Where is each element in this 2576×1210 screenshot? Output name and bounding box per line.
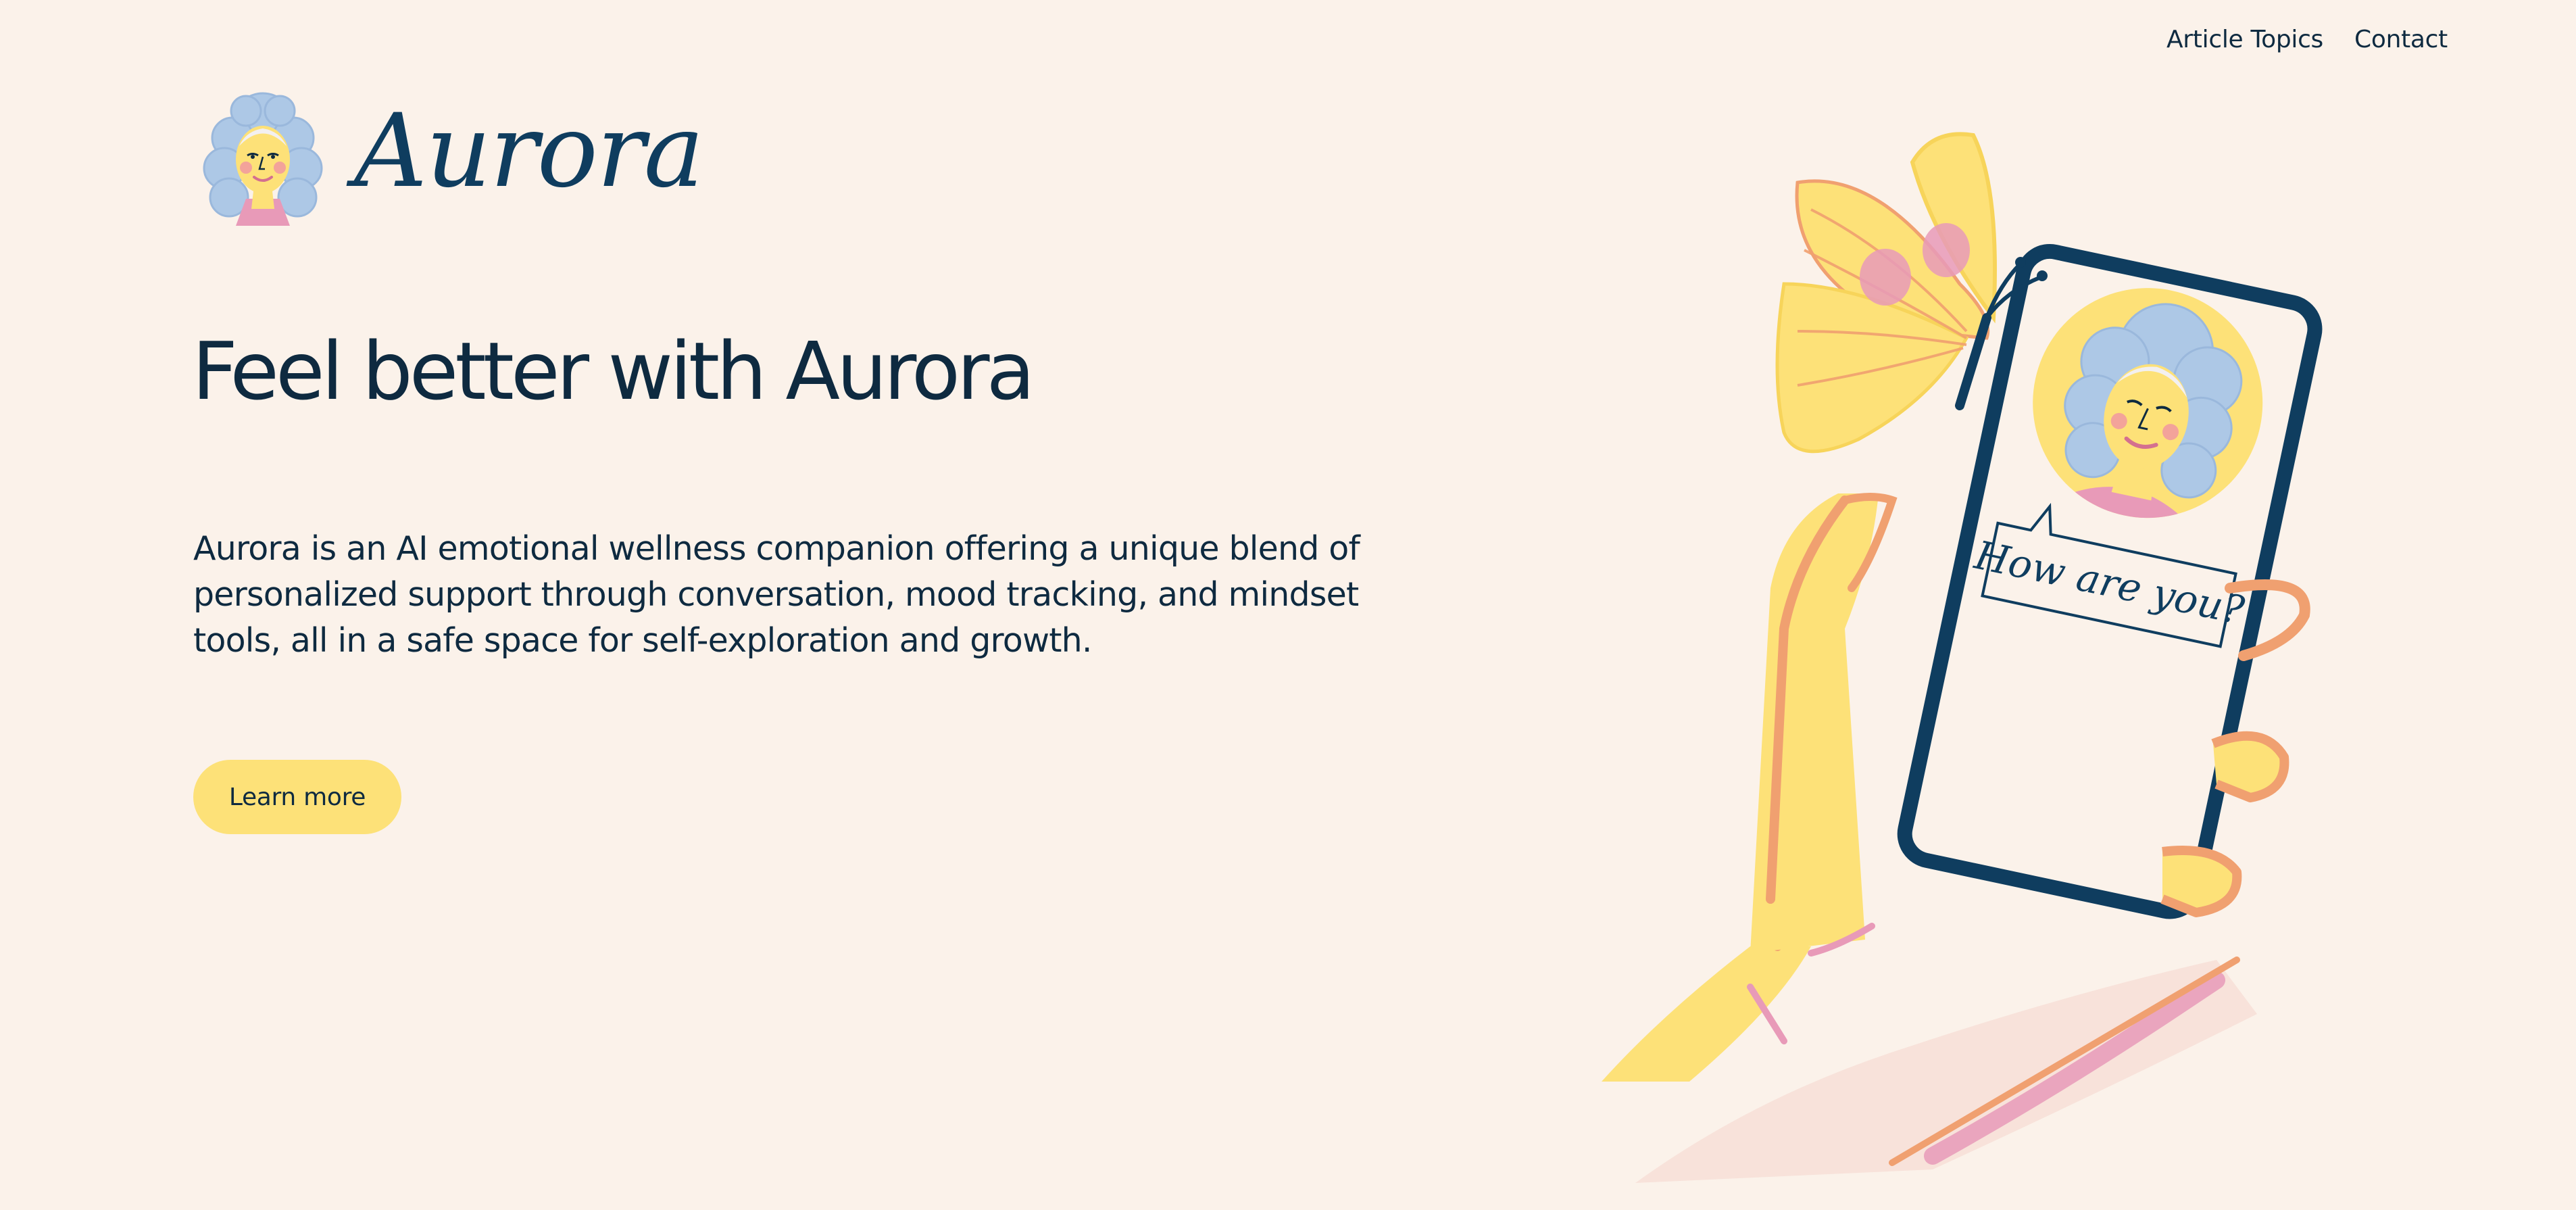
hero-title: Feel better with Aurora (192, 324, 1035, 418)
hand-holding-phone-illustration: How are you? (1602, 132, 2323, 1183)
woman-avatar-icon (203, 92, 323, 226)
nav-link-article-topics[interactable]: Article Topics (2166, 26, 2323, 53)
top-navigation: Article Topics Contact (2166, 26, 2448, 53)
hero-description: Aurora is an AI emotional wellness compa… (193, 529, 1360, 660)
brand-wordmark: Aurora (354, 93, 704, 210)
learn-more-button[interactable]: Learn more (193, 760, 401, 834)
brand-logo[interactable]: Aurora (192, 84, 704, 226)
nav-link-contact[interactable]: Contact (2354, 26, 2448, 53)
